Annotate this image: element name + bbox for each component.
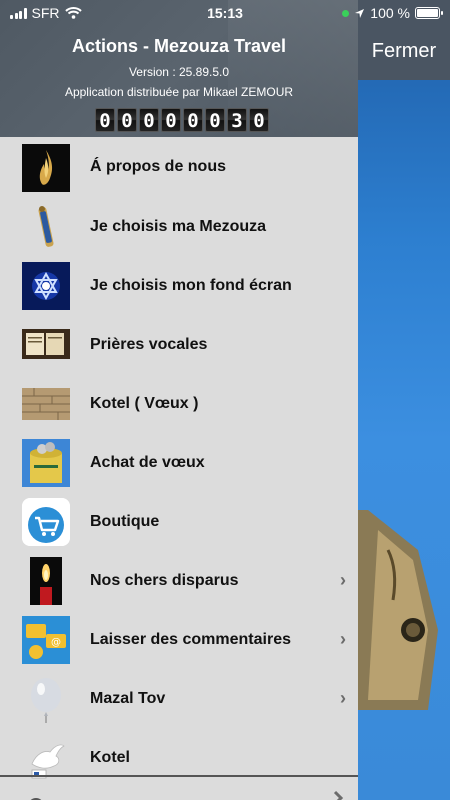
counter-digit: 0 — [95, 108, 115, 132]
menu-item-vocal-prayers[interactable]: Prières vocales — [0, 315, 358, 374]
star-of-david-icon — [22, 262, 70, 310]
drawer-menu: Á propos de nous Je choisis ma Mezouza J… — [0, 137, 358, 787]
drawer-title: Actions - Mezouza Travel — [71, 36, 287, 56]
menu-item-label: Kotel — [90, 748, 130, 766]
menu-item-kotel-wishes[interactable]: Kotel ( Vœux ) — [0, 374, 358, 433]
prayer-book-icon — [22, 321, 70, 369]
location-arrow-icon — [355, 8, 365, 18]
visit-counter: 0 0 0 0 0 0 3 0 — [95, 108, 269, 132]
battery-icon — [415, 7, 443, 19]
counter-digit: 0 — [117, 108, 137, 132]
close-button[interactable]: Fermer — [358, 40, 450, 63]
menu-item-label: Je choisis mon fond écran — [90, 276, 292, 294]
menu-item-choose-mezuzah[interactable]: Je choisis ma Mezouza — [0, 197, 358, 256]
mezuzah-wallpaper-art — [358, 510, 450, 710]
menu-item-buy-wishes[interactable]: Achat de vœux — [0, 433, 358, 492]
candle-icon — [22, 557, 70, 605]
wall-icon — [22, 380, 70, 428]
counter-digit: 0 — [205, 108, 225, 132]
menu-item-partial[interactable] — [0, 778, 358, 800]
counter-digit: 0 — [183, 108, 203, 132]
menu-item-comments[interactable]: @ Laisser des commentaires › — [0, 610, 358, 669]
chevron-right-icon: › — [340, 570, 346, 590]
counter-digit: 0 — [161, 108, 181, 132]
version-text: Version : 25.89.5.0 — [128, 65, 230, 79]
counter-digit: 0 — [139, 108, 159, 132]
menu-item-boutique[interactable]: Boutique — [0, 492, 358, 551]
privacy-indicator-icon — [342, 9, 350, 17]
flame-icon — [22, 144, 70, 192]
menu-item-label: Achat de vœux — [90, 453, 205, 471]
menu-item-mazal-tov[interactable]: Mazal Tov › — [0, 669, 358, 728]
menu-item-label: Boutique — [90, 512, 160, 530]
menu-item-label: Laisser des commentaires — [90, 630, 291, 648]
menu-item-label: Nos chers disparus — [90, 571, 239, 589]
svg-text:@: @ — [51, 637, 61, 648]
menu-item-label: Je choisis ma Mezouza — [90, 217, 267, 235]
menu-item-memorial[interactable]: Nos chers disparus › — [0, 551, 358, 610]
chevron-right-icon: › — [340, 688, 346, 708]
tzedakah-box-icon — [22, 439, 70, 487]
menu-item-label: Mazal Tov — [90, 689, 166, 707]
menu-item-choose-wallpaper[interactable]: Je choisis mon fond écran — [0, 256, 358, 315]
balloon-icon — [22, 675, 70, 723]
distributor-text: Application distribuée par Mikael ZEMOUR — [64, 85, 294, 99]
counter-digit: 3 — [227, 108, 247, 132]
battery-percent: 100 % — [370, 5, 410, 21]
cart-icon — [22, 498, 70, 546]
side-drawer: Actions - Mezouza Travel Version : 25.89… — [0, 0, 358, 800]
menu-item-about[interactable]: Á propos de nous — [0, 137, 358, 197]
status-bar: SFR 15:13 100 % — [0, 0, 450, 26]
chevron-right-icon: › — [340, 629, 346, 649]
status-right-group: 100 % — [342, 5, 443, 21]
counter-digit: 0 — [249, 108, 269, 132]
menu-item-label: Á propos de nous — [90, 158, 226, 175]
section-divider — [0, 775, 358, 777]
contact-icon: @ — [22, 616, 70, 664]
menu-item-label: Kotel ( Vœux ) — [90, 394, 199, 412]
mezuzah-icon — [22, 203, 70, 251]
menu-item-label: Prières vocales — [90, 335, 208, 353]
